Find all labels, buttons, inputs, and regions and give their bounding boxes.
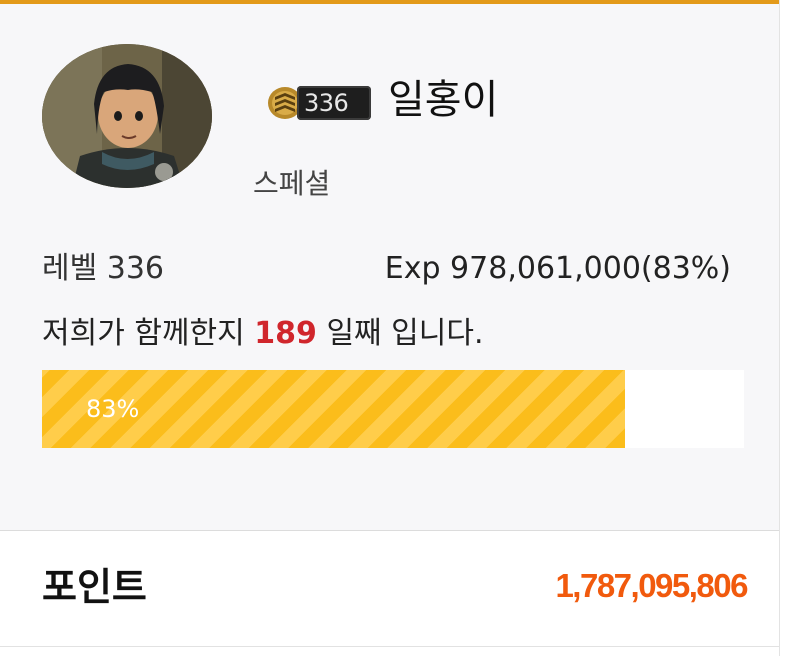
- username: 일홍이: [388, 77, 499, 123]
- level-text: 레벨 336: [42, 251, 164, 286]
- bottom-divider: [0, 646, 779, 647]
- profile-card: 336 일홍이 스페셜 레벨 336 Exp 978,061,000(83%) …: [0, 4, 779, 530]
- exp-progress-label: 83%: [86, 395, 140, 423]
- profile-panel: 336 일홍이 스페셜 레벨 336 Exp 978,061,000(83%) …: [0, 0, 793, 656]
- user-grade: 스페셜: [253, 167, 331, 200]
- points-value: 1,787,095,806: [555, 567, 748, 604]
- level-badge-number: 336: [304, 89, 349, 117]
- exp-progress-bar: 83%: [42, 370, 744, 448]
- avatar-image: [42, 44, 212, 188]
- scrollbar-track[interactable]: [779, 0, 793, 656]
- days-together-text: 저희가 함께한지 189 일째 입니다.: [42, 313, 484, 355]
- days-count: 189: [254, 316, 317, 351]
- days-suffix: 일째 입니다.: [316, 316, 484, 351]
- points-row[interactable]: 포인트 1,787,095,806: [0, 531, 779, 646]
- days-prefix: 저희가 함께한지: [42, 316, 255, 351]
- exp-text: Exp 978,061,000(83%): [384, 251, 731, 286]
- points-label: 포인트: [42, 565, 147, 609]
- level-badge: 336: [267, 82, 372, 124]
- avatar[interactable]: [42, 44, 212, 188]
